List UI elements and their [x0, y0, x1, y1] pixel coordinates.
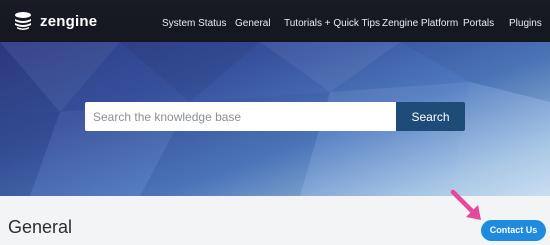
nav-link-plugins[interactable]: Plugins	[509, 18, 542, 30]
nav-link-zengine-platform[interactable]: Zengine Platform	[382, 18, 458, 30]
knowledge-base-search-input[interactable]	[85, 102, 396, 131]
top-navigation-bar: zengine System Status General Tutorials …	[0, 0, 550, 42]
brand-logo[interactable]: zengine	[12, 9, 97, 33]
nav-link-portals[interactable]: Portals	[463, 18, 494, 30]
annotation-arrow-icon	[450, 189, 481, 220]
page-title: General	[8, 217, 73, 237]
nav-link-system-status[interactable]: System Status	[162, 18, 226, 30]
nav-link-general[interactable]: General	[235, 18, 271, 30]
brand-name: zengine	[40, 12, 98, 30]
search-button[interactable]: Search	[396, 102, 465, 131]
contact-us-button[interactable]: Contact Us	[481, 220, 546, 241]
search-hero-banner: Search	[0, 42, 550, 196]
nav-link-tutorials-quick-tips[interactable]: Tutorials + Quick Tips	[284, 18, 380, 30]
zengine-logo-icon	[15, 12, 31, 30]
